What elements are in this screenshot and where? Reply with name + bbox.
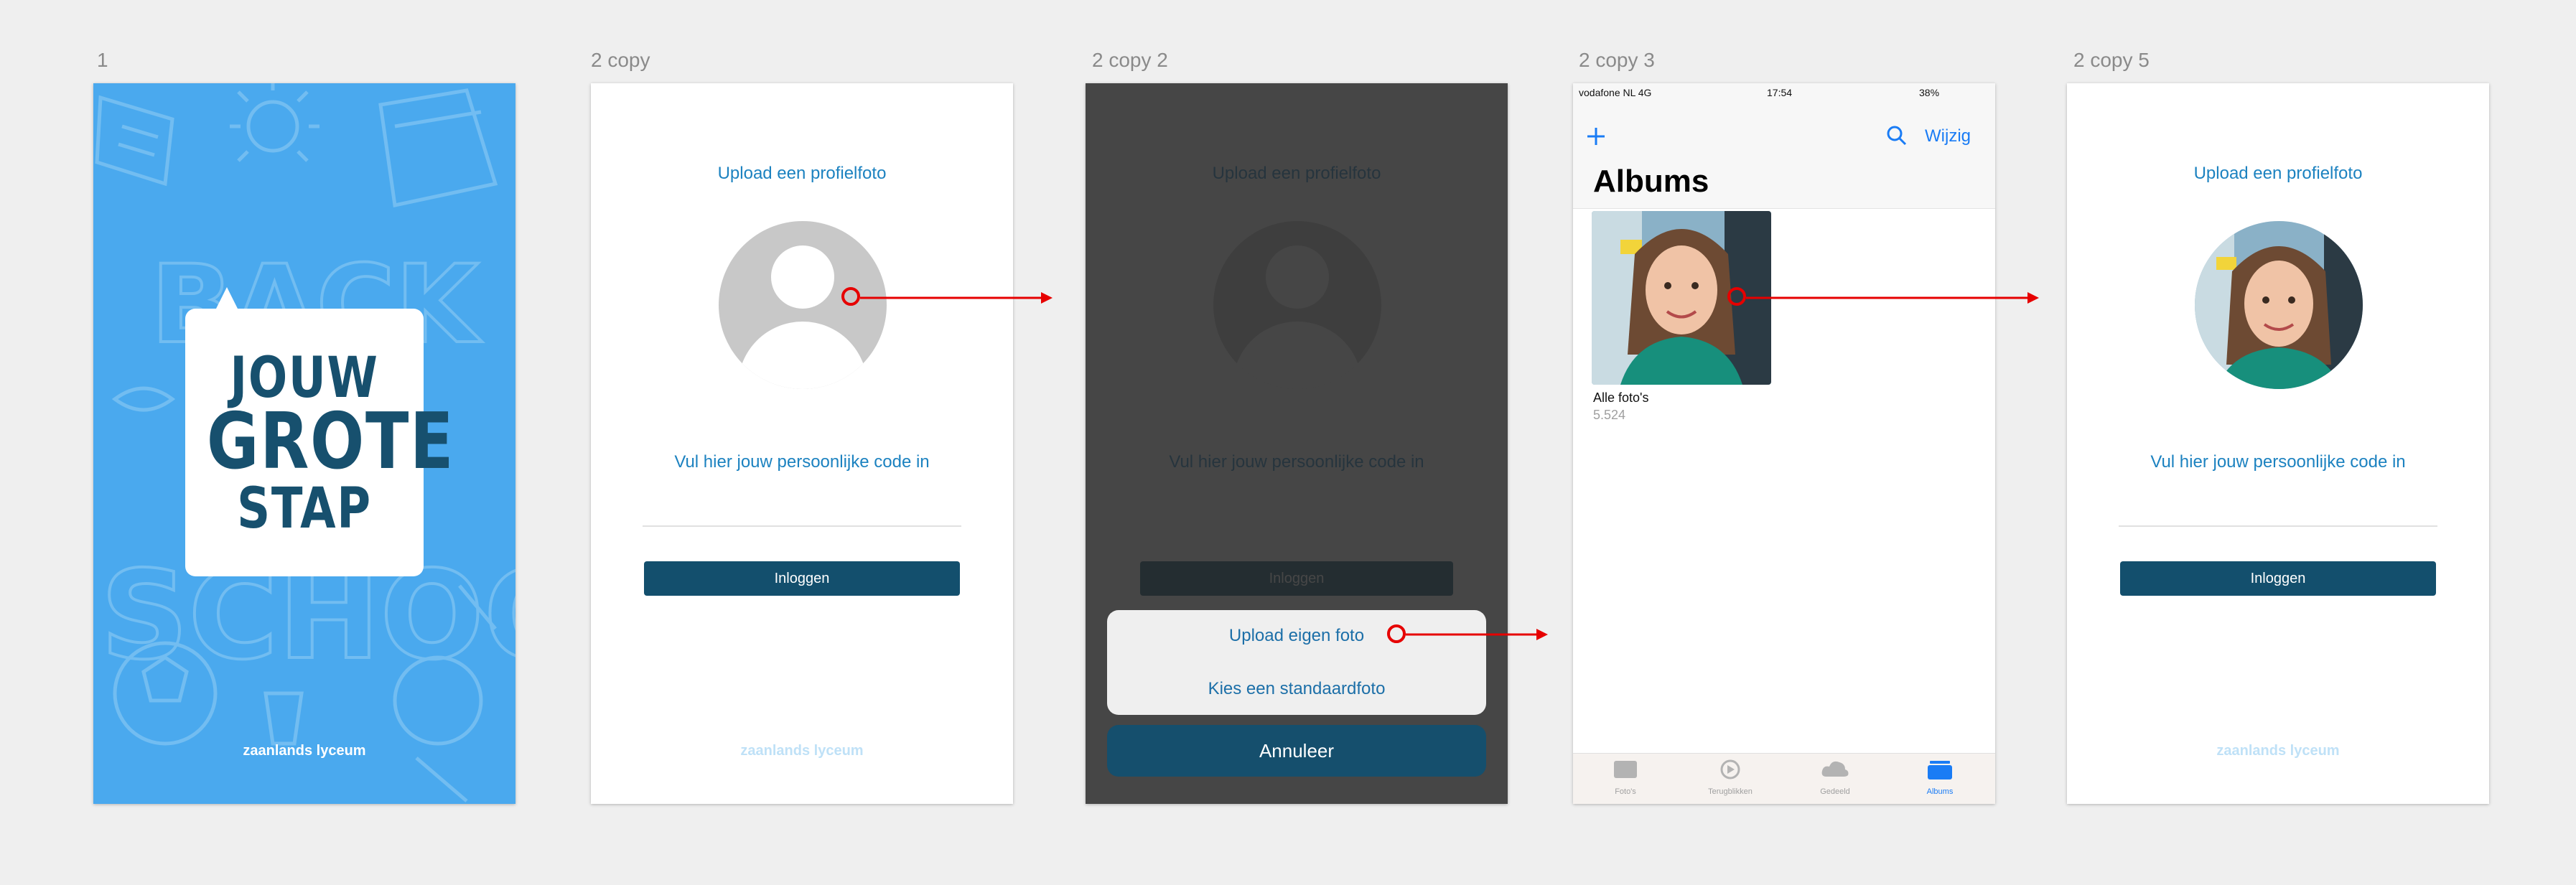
photos-albums-screen: vodafone NL 4G 17:54 38% Wijzig Albums A… [1573,83,1995,804]
login-button[interactable]: Inloggen [644,561,960,596]
school-logo-text: zaanlands lyceum [243,743,366,759]
personal-code-input[interactable] [643,525,961,527]
albums-title: Albums [1593,164,1709,199]
search-icon[interactable] [1886,125,1908,146]
status-battery: 38% [1919,87,1940,98]
tab-albums[interactable]: Albums [1897,758,1983,796]
artboard-label-2-copy-5: 2 copy 5 [2073,49,2150,71]
artboard-label-2-copy-2: 2 copy 2 [1092,49,1168,71]
prototype-hotspot-avatar[interactable] [841,287,860,306]
login-screen: Upload een profielfoto Vul hier jouw per… [591,83,1013,804]
splash-title-line-2: GROTE [206,397,455,487]
edit-button[interactable]: Wijzig [1925,126,1971,146]
prototype-link-arrow [1406,629,1548,640]
tab-memories-label: Terugblikken [1708,787,1753,796]
artboard-label-2-copy-3: 2 copy 3 [1579,49,1655,71]
ios-status-bar: vodafone NL 4G 17:54 38% [1573,83,1995,100]
avatar-body-shape [738,322,867,389]
login-button[interactable]: Inloggen [2120,561,2436,596]
photos-tab-bar: Foto's Terugblikken Gedeeld Albums [1573,753,1995,804]
status-carrier: vodafone NL 4G [1579,87,1652,98]
albums-tab-icon [1928,761,1952,779]
tab-shared-label: Gedeeld [1820,787,1850,796]
school-logo-text: zaanlands lyceum [740,743,864,759]
artboard-label-1: 1 [97,49,108,71]
cloud-icon [1821,761,1849,777]
avatar-head-shape [771,245,834,309]
prototype-hotspot-upload-own[interactable] [1387,624,1406,643]
splash-title-line-3: STAP [237,477,372,541]
memories-tab-icon [1720,759,1740,779]
photo-action-sheet-screen: Upload een profielfoto Vul hier jouw per… [1086,83,1508,804]
personal-code-input[interactable] [2119,525,2437,527]
personal-code-label: Vul hier jouw persoonlijke code in [2150,452,2406,472]
tab-albums-label: Albums [1926,787,1954,796]
albums-header: Wijzig Albums [1573,100,1995,209]
prototype-link-arrow [860,292,1053,304]
cancel-button[interactable]: Annuleer [1107,725,1486,777]
status-time: 17:54 [1767,87,1793,98]
album-count: 5.524 [1593,408,1626,422]
login-screen-with-photo: Upload een profielfoto Vul hier jouw per… [2067,83,2489,804]
album-name: Alle foto's [1593,390,1649,405]
upload-profile-photo-link[interactable]: Upload een profielfoto [591,164,1013,184]
tab-shared[interactable]: Gedeeld [1792,758,1878,796]
splash-speech-bubble: JOUW GROTE STAP [185,287,455,576]
photos-tab-icon [1614,761,1637,778]
splash-screen[interactable]: BACK SCHOOL JOUW GROTE STAP zaanlands ly… [93,83,515,804]
choose-default-photo-option[interactable]: Kies een standaardfoto [1107,679,1486,699]
portrait-photo [2195,221,2363,389]
prototype-hotspot-album[interactable] [1727,287,1746,306]
action-sheet: Upload eigen foto Kies een standaardfoto [1107,610,1486,715]
school-logo-text: zaanlands lyceum [2216,743,2340,759]
upload-profile-photo-link[interactable]: Upload een profielfoto [2067,164,2489,184]
tab-memories[interactable]: Terugblikken [1687,758,1773,796]
tab-photos-label: Foto's [1615,787,1636,796]
prototype-link-arrow [1746,292,2039,304]
plus-icon[interactable] [1586,126,1606,146]
personal-code-label: Vul hier jouw persoonlijke code in [674,452,930,472]
tab-photos[interactable]: Foto's [1582,758,1669,796]
profile-photo[interactable] [2195,221,2363,389]
artboard-label-2-copy: 2 copy [591,49,650,71]
